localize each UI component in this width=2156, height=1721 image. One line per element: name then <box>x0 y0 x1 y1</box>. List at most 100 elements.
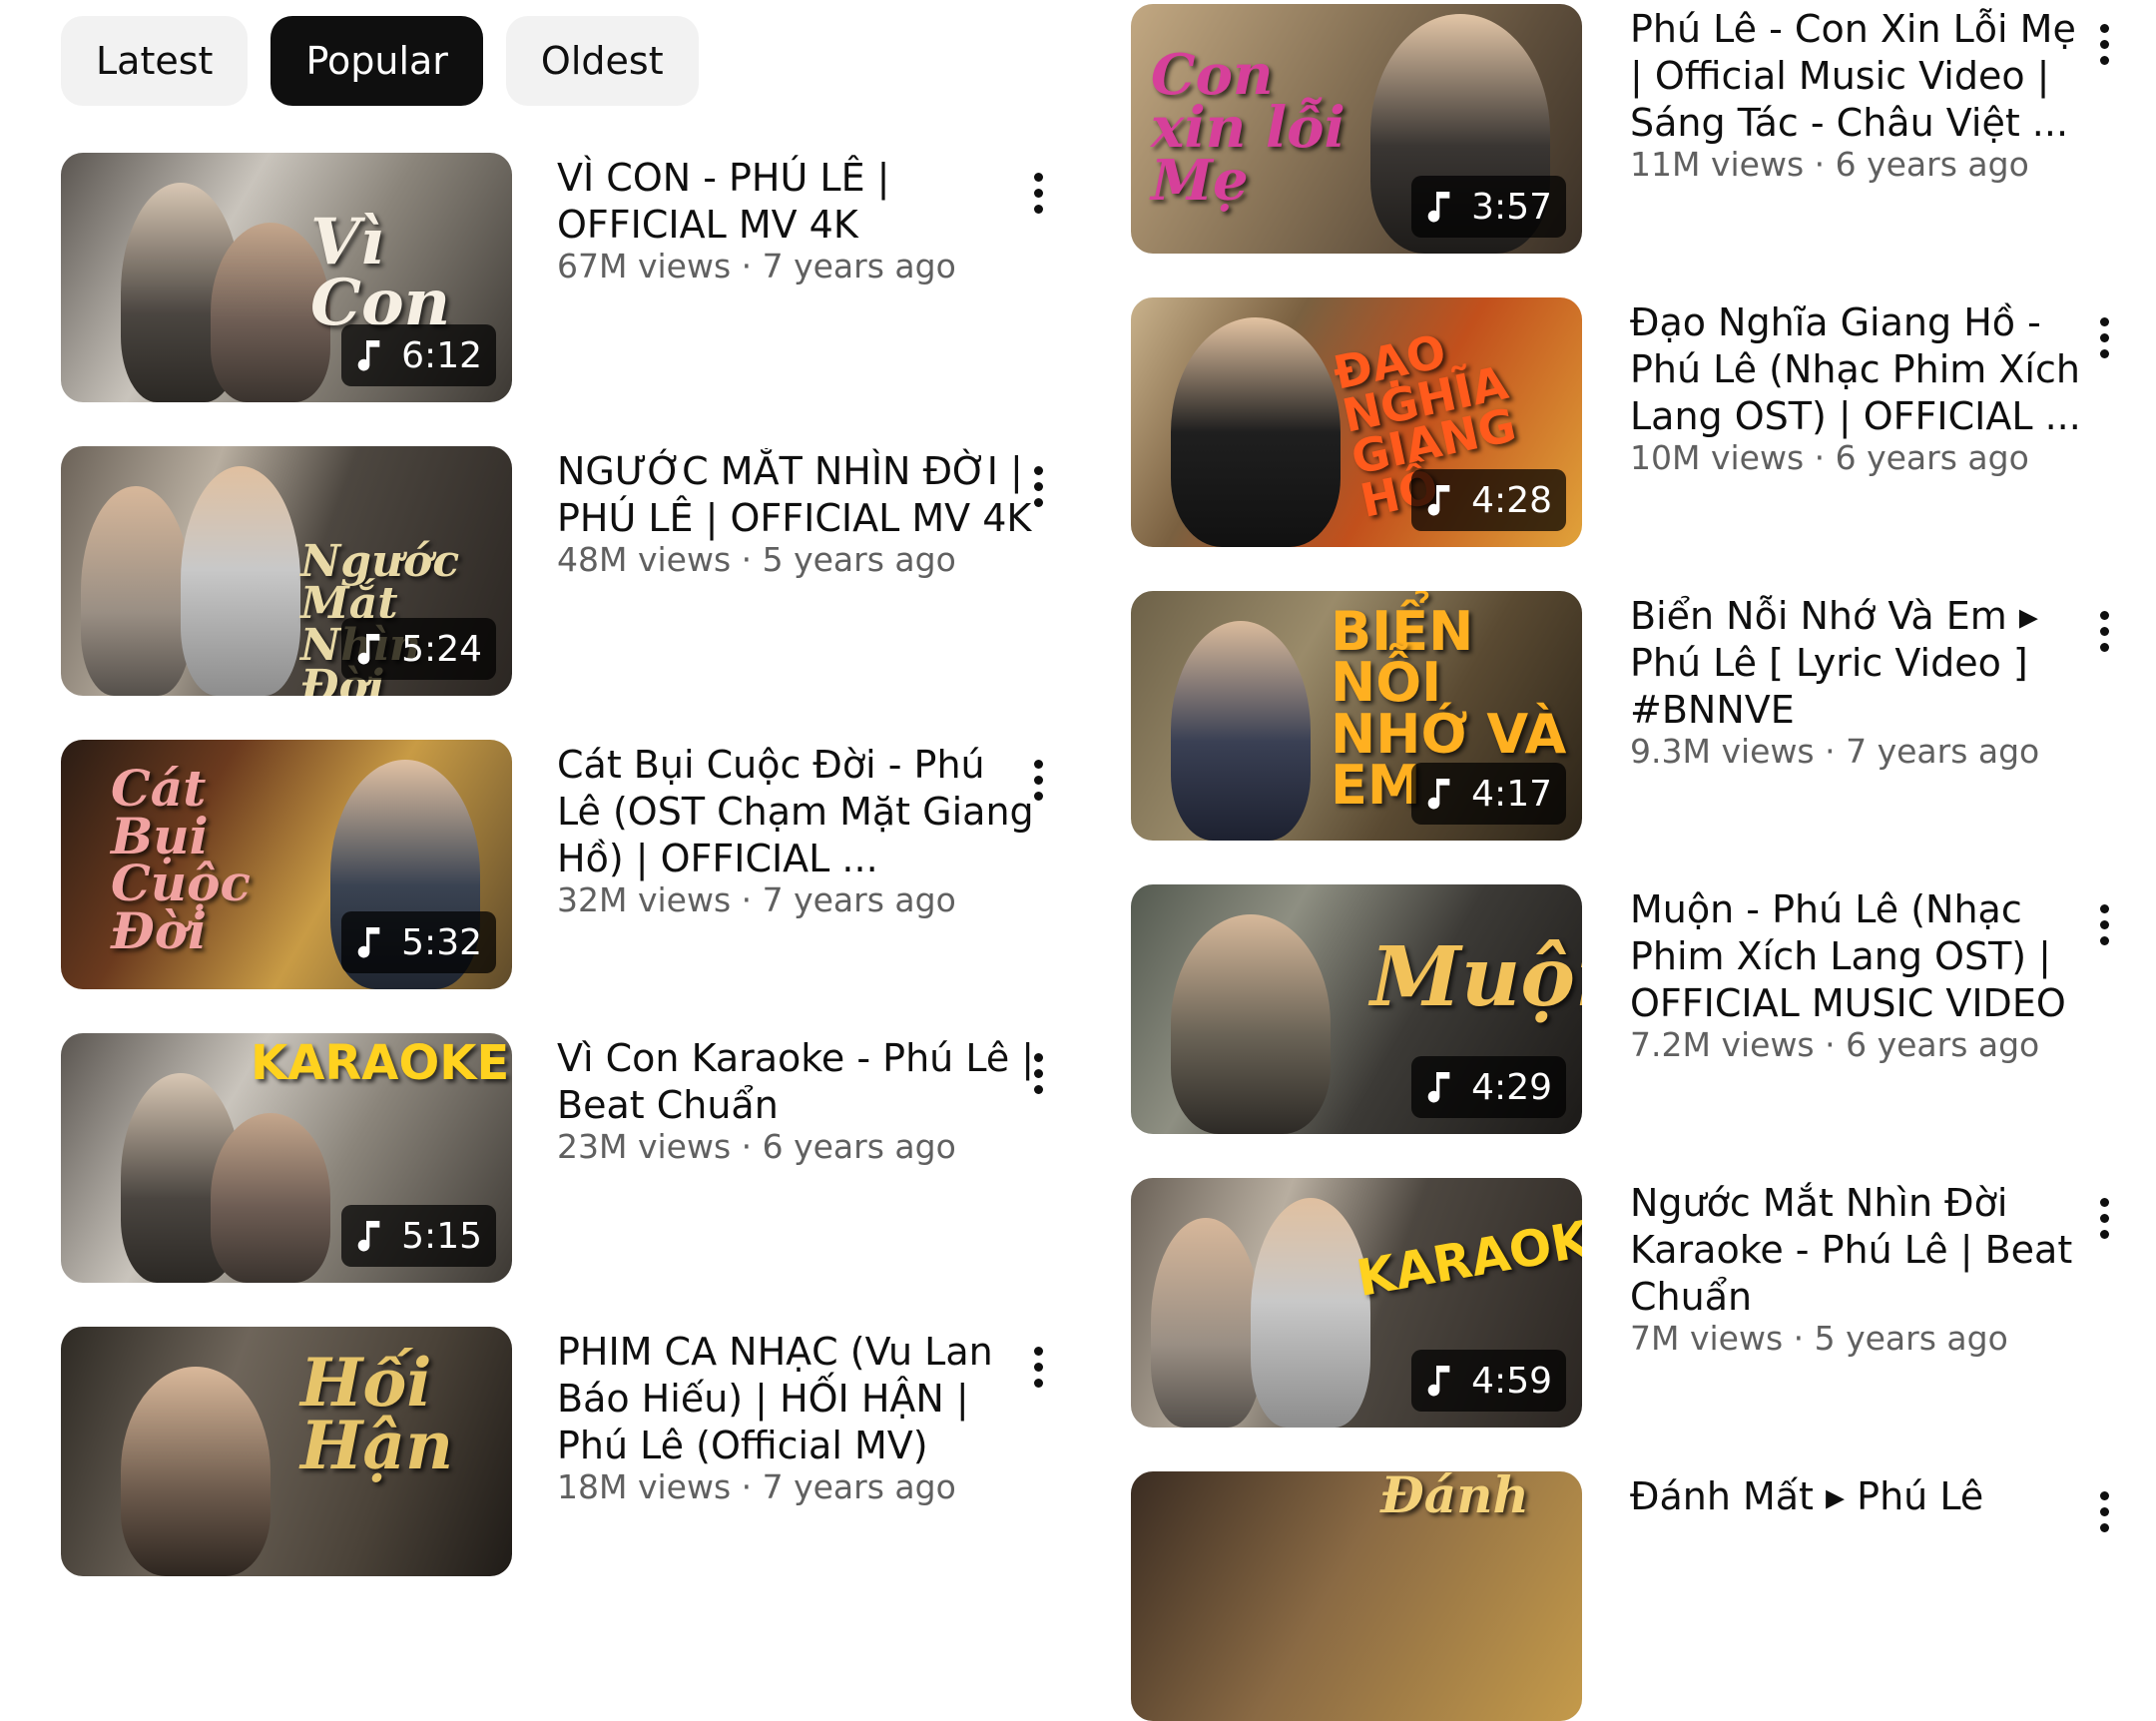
music-note-icon <box>1427 1072 1450 1103</box>
video-item[interactable]: Ngước Mắt Nhìn Đời 5:24 NGƯỚC MẮT NHÌN Đ… <box>61 446 1049 696</box>
video-meta: Ngước Mắt Nhìn Đời Karaoke - Phú Lê | Be… <box>1630 1178 2084 1358</box>
duration-text: 5:15 <box>401 1215 482 1257</box>
video-thumbnail[interactable]: Con xin lỗi Mẹ 3:57 <box>1131 4 1582 254</box>
video-item[interactable]: ĐẠO NGHĨA GIANG HỒ 4:28 Đạo Nghĩa Giang … <box>1131 297 2139 547</box>
more-vert-icon[interactable] <box>1023 456 1053 516</box>
more-vert-icon[interactable] <box>1023 1043 1053 1103</box>
video-title[interactable]: Cát Bụi Cuộc Đời - Phú Lê (OST Chạm Mặt … <box>557 742 1036 882</box>
video-thumbnail[interactable]: Cát Bụi Cuộc Đời 5:32 <box>61 740 512 989</box>
video-title[interactable]: Đánh Mất ▸ Phú Lê <box>1630 1473 2084 1520</box>
video-meta: Phú Lê - Con Xin Lỗi Mẹ | Official Music… <box>1630 4 2084 184</box>
thumbnail-artwork-text: Muộn <box>1370 929 1582 1025</box>
duration-badge: 5:24 <box>341 618 496 680</box>
video-stats: 18M views · 7 years ago <box>557 1467 956 1506</box>
video-stats: 67M views · 7 years ago <box>557 247 956 286</box>
video-thumbnail[interactable]: Vì Con 6:12 <box>61 153 512 402</box>
video-thumbnail[interactable]: Ngước Mắt Nhìn Đời 5:24 <box>61 446 512 696</box>
thumbnail-artwork-text: KARAOKE <box>1351 1204 1582 1309</box>
duration-badge: 3:57 <box>1411 176 1566 238</box>
more-vert-icon[interactable] <box>1023 1337 1053 1397</box>
video-title[interactable]: Vì Con Karaoke - Phú Lê | Beat Chuẩn <box>557 1035 1036 1129</box>
duration-text: 4:28 <box>1471 479 1552 521</box>
duration-text: 4:59 <box>1471 1360 1552 1402</box>
duration-badge: 5:32 <box>341 911 496 973</box>
thumbnail-artwork-text: Đánh <box>1380 1471 1529 1524</box>
video-thumbnail[interactable]: ĐẠO NGHĨA GIANG HỒ 4:28 <box>1131 297 1582 547</box>
thumbnail-artwork-text: Cát Bụi Cuộc Đời <box>111 759 251 960</box>
video-title[interactable]: VÌ CON - PHÚ LÊ | OFFICIAL MV 4K <box>557 155 1036 249</box>
video-item[interactable]: KARAOKE 5:15 Vì Con Karaoke - Phú Lê | B… <box>61 1033 1049 1283</box>
more-vert-icon[interactable] <box>2089 1481 2119 1541</box>
more-vert-icon[interactable] <box>1023 163 1053 223</box>
duration-badge: 5:15 <box>341 1205 496 1267</box>
video-item[interactable]: Muộn 4:29 Muộn - Phú Lê (Nhạc Phim Xích … <box>1131 884 2139 1134</box>
more-vert-icon[interactable] <box>1023 750 1053 810</box>
more-vert-icon[interactable] <box>2089 601 2119 661</box>
chip-oldest[interactable]: Oldest <box>505 16 699 106</box>
music-note-icon <box>1427 779 1450 810</box>
duration-badge: 6:12 <box>341 324 496 386</box>
video-thumbnail[interactable]: KARAOKE 5:15 <box>61 1033 512 1283</box>
video-title[interactable]: Phú Lê - Con Xin Lỗi Mẹ | Official Music… <box>1630 6 2084 147</box>
video-meta: Vì Con Karaoke - Phú Lê | Beat Chuẩn 23M… <box>557 1033 1036 1166</box>
video-thumbnail[interactable]: KARAOKE 4:59 <box>1131 1178 1582 1428</box>
music-note-icon <box>1427 192 1450 223</box>
video-title[interactable]: PHIM CA NHẠC (Vu Lan Báo Hiếu) | HỐI HẬN… <box>557 1329 1036 1469</box>
duration-badge: 4:17 <box>1411 763 1566 825</box>
filter-chips: Latest Popular Oldest <box>61 16 699 106</box>
video-item[interactable]: Đánh Đánh Mất ▸ Phú Lê <box>1131 1471 2139 1721</box>
video-item[interactable]: KARAOKE 4:59 Ngước Mắt Nhìn Đời Karaoke … <box>1131 1178 2139 1428</box>
music-note-icon <box>357 927 380 958</box>
video-meta: NGƯỚC MẮT NHÌN ĐỜI | PHÚ LÊ | OFFICIAL M… <box>557 446 1036 579</box>
duration-badge: 4:59 <box>1411 1350 1566 1412</box>
video-meta: Cát Bụi Cuộc Đời - Phú Lê (OST Chạm Mặt … <box>557 740 1036 919</box>
duration-text: 5:32 <box>401 921 482 963</box>
duration-text: 5:24 <box>401 628 482 670</box>
chip-latest[interactable]: Latest <box>61 16 249 106</box>
music-note-icon <box>357 1221 380 1252</box>
video-stats: 7M views · 5 years ago <box>1630 1319 2008 1358</box>
video-thumbnail[interactable]: Hối Hận <box>61 1327 512 1576</box>
video-item[interactable]: Hối Hận PHIM CA NHẠC (Vu Lan Báo Hiếu) |… <box>61 1327 1049 1576</box>
video-meta: Biển Nỗi Nhớ Và Em ▸ Phú Lê [ Lyric Vide… <box>1630 591 2084 771</box>
video-item[interactable]: Con xin lỗi Mẹ 3:57 Phú Lê - Con Xin Lỗi… <box>1131 4 2139 254</box>
video-title[interactable]: Biển Nỗi Nhớ Và Em ▸ Phú Lê [ Lyric Vide… <box>1630 593 2084 734</box>
duration-text: 3:57 <box>1471 186 1552 228</box>
music-note-icon <box>1427 485 1450 516</box>
video-thumbnail[interactable]: BIỂN NỖI NHỚ VÀ EM 4:17 <box>1131 591 1582 841</box>
video-stats: 10M views · 6 years ago <box>1630 438 2029 477</box>
video-item[interactable]: Vì Con 6:12 VÌ CON - PHÚ LÊ | OFFICIAL M… <box>61 153 1049 402</box>
music-note-icon <box>357 340 380 371</box>
video-item[interactable]: BIỂN NỖI NHỚ VÀ EM 4:17 Biển Nỗi Nhớ Và … <box>1131 591 2139 841</box>
video-title[interactable]: Ngước Mắt Nhìn Đời Karaoke - Phú Lê | Be… <box>1630 1180 2084 1321</box>
duration-text: 4:17 <box>1471 773 1552 815</box>
music-note-icon <box>357 634 380 665</box>
more-vert-icon[interactable] <box>2089 894 2119 954</box>
thumbnail-artwork-text: Hối Hận <box>300 1344 454 1484</box>
video-title[interactable]: Đạo Nghĩa Giang Hồ - Phú Lê (Nhạc Phim X… <box>1630 299 2084 440</box>
video-meta: Đánh Mất ▸ Phú Lê <box>1630 1471 2084 1520</box>
duration-text: 4:29 <box>1471 1066 1552 1108</box>
video-stats: 7.2M views · 6 years ago <box>1630 1025 2040 1064</box>
video-meta: Muộn - Phú Lê (Nhạc Phim Xích Lang OST) … <box>1630 884 2084 1064</box>
video-thumbnail[interactable]: Đánh <box>1131 1471 1582 1721</box>
chip-popular[interactable]: Popular <box>270 16 483 106</box>
duration-badge: 4:29 <box>1411 1056 1566 1118</box>
music-note-icon <box>1427 1366 1450 1397</box>
video-stats: 23M views · 6 years ago <box>557 1127 956 1166</box>
video-title[interactable]: NGƯỚC MẮT NHÌN ĐỜI | PHÚ LÊ | OFFICIAL M… <box>557 448 1036 542</box>
more-vert-icon[interactable] <box>2089 14 2119 74</box>
video-meta: Đạo Nghĩa Giang Hồ - Phú Lê (Nhạc Phim X… <box>1630 297 2084 477</box>
video-stats: 11M views · 6 years ago <box>1630 145 2029 184</box>
video-meta: VÌ CON - PHÚ LÊ | OFFICIAL MV 4K 67M vie… <box>557 153 1036 286</box>
video-stats: 9.3M views · 7 years ago <box>1630 732 2040 771</box>
video-thumbnail[interactable]: Muộn 4:29 <box>1131 884 1582 1134</box>
more-vert-icon[interactable] <box>2089 1188 2119 1248</box>
thumbnail-artwork-text: Con xin lỗi Mẹ <box>1151 42 1346 215</box>
more-vert-icon[interactable] <box>2089 307 2119 367</box>
duration-text: 6:12 <box>401 334 482 376</box>
video-meta: PHIM CA NHẠC (Vu Lan Báo Hiếu) | HỐI HẬN… <box>557 1327 1036 1506</box>
video-item[interactable]: Cát Bụi Cuộc Đời 5:32 Cát Bụi Cuộc Đời -… <box>61 740 1049 989</box>
video-title[interactable]: Muộn - Phú Lê (Nhạc Phim Xích Lang OST) … <box>1630 886 2084 1027</box>
thumbnail-artwork-text: KARAOKE <box>251 1035 510 1091</box>
